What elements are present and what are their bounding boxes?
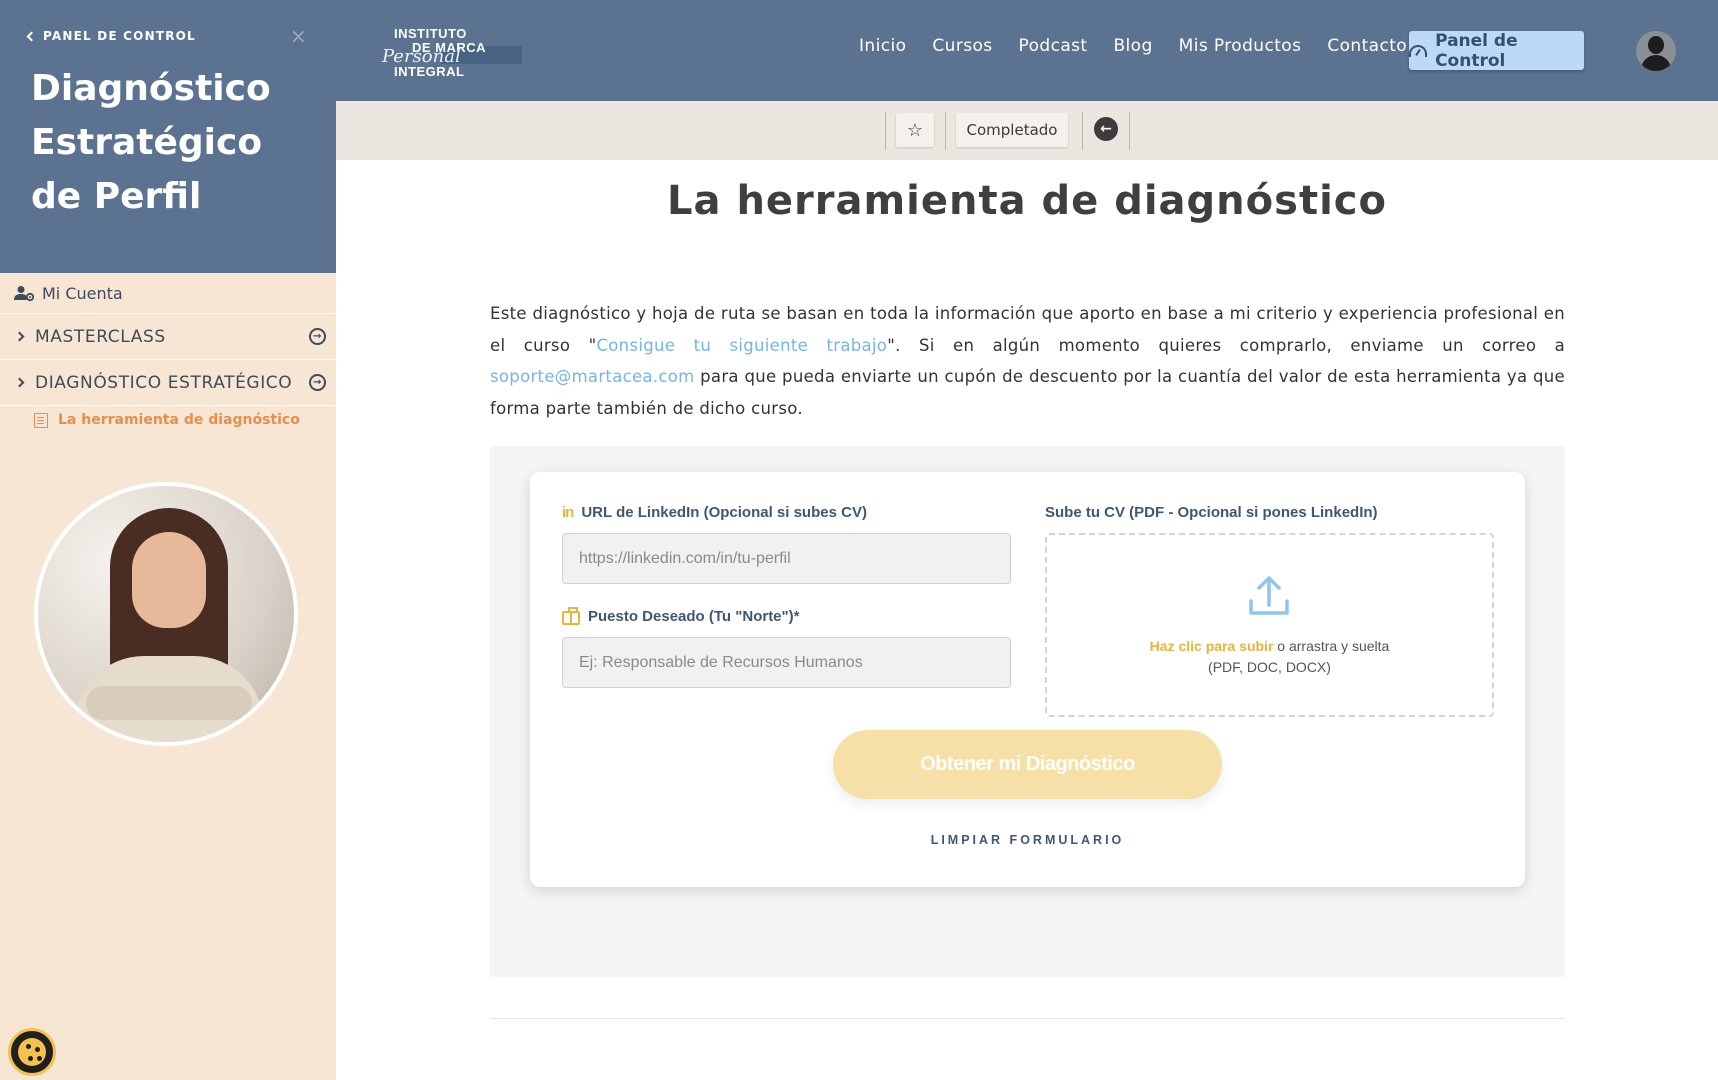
toolbar-divider bbox=[1082, 112, 1083, 150]
upload-instructions: Haz clic para subir o arrastra y suelta bbox=[1047, 638, 1492, 654]
nav-link-cursos[interactable]: Cursos bbox=[932, 36, 992, 56]
cookie-settings-button[interactable] bbox=[8, 1028, 56, 1076]
circle-arrow-right-icon[interactable]: → bbox=[309, 328, 326, 345]
linkedin-label-text: URL de LinkedIn (Opcional si subes CV) bbox=[581, 504, 867, 521]
sidebar-section-diagnostico[interactable]: DIAGNÓSTICO ESTRATÉGICO → bbox=[0, 360, 336, 406]
mark-complete-button[interactable]: Completado bbox=[956, 113, 1068, 147]
upload-formats: (PDF, DOC, DOCX) bbox=[1208, 659, 1331, 675]
sidebar-header: PANEL DE CONTROL × Diagnóstico Estratégi… bbox=[0, 0, 336, 273]
course-sidebar: PANEL DE CONTROL × Diagnóstico Estratégi… bbox=[0, 0, 336, 1080]
upload-rest-text: o arrastra y suelta bbox=[1273, 638, 1390, 654]
section-label: DIAGNÓSTICO ESTRATÉGICO bbox=[35, 372, 293, 393]
chevron-right-icon bbox=[14, 377, 25, 388]
top-navigation: INSTITUTO DE MARCA Personal INTEGRAL Ini… bbox=[336, 0, 1718, 101]
dashboard-gauge-icon bbox=[1409, 44, 1428, 57]
sidebar-lesson-active[interactable]: La herramienta de diagnóstico bbox=[34, 412, 300, 428]
circle-arrow-right-icon[interactable]: → bbox=[309, 374, 326, 391]
cv-upload-label: Sube tu CV (PDF - Opcional si pones Link… bbox=[1045, 504, 1378, 521]
chevron-right-icon bbox=[14, 331, 25, 342]
user-avatar[interactable] bbox=[1636, 31, 1676, 71]
logo-line-1: INSTITUTO bbox=[394, 26, 467, 41]
main-menu: Inicio Cursos Podcast Blog Mis Productos… bbox=[859, 36, 1407, 56]
content-divider bbox=[490, 1018, 1565, 1019]
email-link[interactable]: soporte@martacea.com bbox=[490, 367, 695, 386]
favorite-star-button[interactable]: ☆ bbox=[896, 113, 934, 147]
panel-button-label: Panel de Control bbox=[1435, 30, 1518, 71]
star-icon: ☆ bbox=[906, 119, 924, 141]
intro-text-2: ". Si en algún momento quieres comprarlo… bbox=[887, 335, 1565, 355]
panel-de-control-button[interactable]: Panel de Control bbox=[1409, 30, 1584, 71]
instructor-photo bbox=[34, 482, 298, 746]
lesson-toolbar: ☆ Completado ← bbox=[336, 101, 1718, 160]
nav-link-mis-productos[interactable]: Mis Productos bbox=[1179, 36, 1302, 56]
section-label: MASTERCLASS bbox=[35, 326, 166, 347]
course-link[interactable]: Consigue tu siguiente trabajo bbox=[596, 336, 887, 355]
upload-icon bbox=[1249, 576, 1289, 615]
toolbar-divider bbox=[945, 112, 946, 150]
course-title: Diagnóstico Estratégico de Perfil bbox=[31, 68, 271, 217]
intro-paragraph: Este diagnóstico y hoja de ruta se basan… bbox=[490, 298, 1565, 424]
diagnostic-form-card: in URL de LinkedIn (Opcional si subes CV… bbox=[530, 472, 1525, 887]
nav-link-podcast[interactable]: Podcast bbox=[1019, 36, 1088, 56]
chevron-left-icon bbox=[26, 31, 37, 41]
cookie-icon bbox=[18, 1038, 46, 1066]
sidebar-item-account[interactable]: Mi Cuenta bbox=[0, 273, 336, 314]
upload-click-link[interactable]: Haz clic para subir bbox=[1150, 638, 1274, 654]
back-to-dashboard-link[interactable]: PANEL DE CONTROL bbox=[26, 29, 196, 43]
nav-link-inicio[interactable]: Inicio bbox=[859, 36, 906, 56]
logo-line-3: INTEGRAL bbox=[394, 64, 465, 79]
sidebar-section-masterclass[interactable]: MASTERCLASS → bbox=[0, 314, 336, 360]
clear-form-button[interactable]: LIMPIAR FORMULARIO bbox=[530, 833, 1525, 847]
account-label: Mi Cuenta bbox=[42, 283, 123, 303]
linkedin-url-input[interactable] bbox=[562, 533, 1011, 584]
close-sidebar-icon[interactable]: × bbox=[290, 26, 307, 46]
linkedin-url-label: in URL de LinkedIn (Opcional si subes CV… bbox=[562, 504, 867, 521]
document-icon bbox=[34, 412, 48, 428]
diagnostic-tool-section: in URL de LinkedIn (Opcional si subes CV… bbox=[490, 446, 1565, 977]
nav-link-contacto[interactable]: Contacto bbox=[1327, 36, 1407, 56]
page-title: La herramienta de diagnóstico bbox=[667, 178, 1387, 224]
arrow-left-circle-icon[interactable]: ← bbox=[1094, 117, 1118, 141]
get-diagnosis-button[interactable]: Obtener mi Diagnóstico bbox=[833, 730, 1222, 799]
desired-position-label-text: Puesto Deseado (Tu "Norte")* bbox=[588, 608, 800, 625]
cv-upload-dropzone[interactable]: Haz clic para subir o arrastra y suelta … bbox=[1045, 533, 1494, 717]
back-link-label: PANEL DE CONTROL bbox=[43, 29, 196, 43]
nav-link-blog[interactable]: Blog bbox=[1113, 36, 1152, 56]
user-settings-icon bbox=[14, 286, 34, 301]
briefcase-icon bbox=[562, 606, 580, 625]
desired-position-input[interactable] bbox=[562, 637, 1011, 688]
site-logo[interactable]: INSTITUTO DE MARCA Personal INTEGRAL bbox=[382, 24, 522, 80]
linkedin-icon: in bbox=[562, 504, 574, 521]
lesson-label: La herramienta de diagnóstico bbox=[58, 412, 300, 428]
desired-position-label: Puesto Deseado (Tu "Norte")* bbox=[562, 606, 800, 625]
toolbar-divider bbox=[885, 112, 886, 150]
toolbar-divider bbox=[1129, 112, 1130, 150]
